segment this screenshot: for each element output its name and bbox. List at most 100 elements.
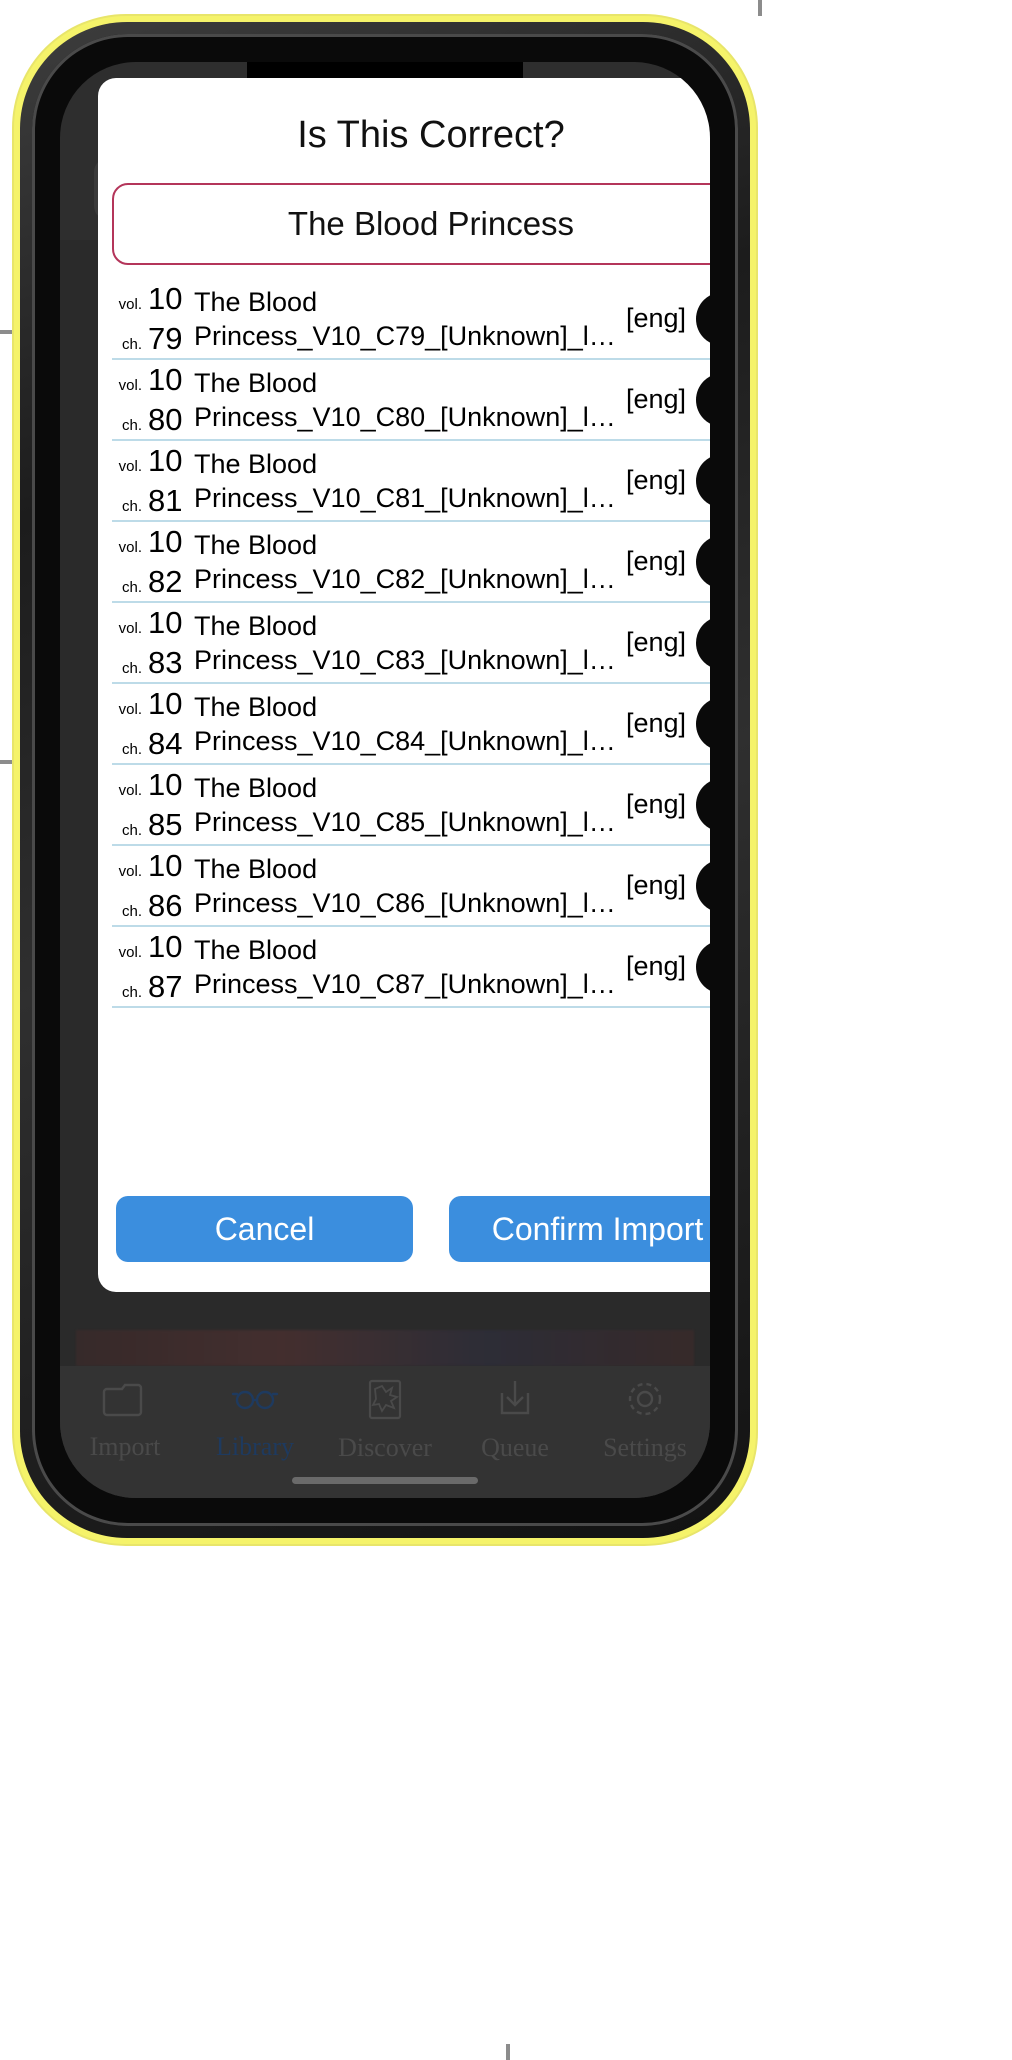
ch-label: ch. [112, 649, 142, 689]
chapter-row[interactable]: vol.10ch.87The BloodPrincess_V10_C87_[Un… [112, 927, 710, 1008]
language-tag: [eng] [626, 951, 686, 982]
tab-label: Import [90, 1432, 161, 1462]
filename-line-1: The Blood [194, 771, 618, 805]
ch-number: 79 [148, 319, 182, 359]
confirm-import-button[interactable]: Confirm Import [449, 1196, 710, 1262]
tab-queue[interactable]: Queue [450, 1366, 580, 1474]
cancel-button[interactable]: Cancel [116, 1196, 413, 1262]
download-icon [494, 1377, 536, 1426]
ch-number: 80 [148, 400, 182, 440]
vol-number: 10 [148, 765, 182, 805]
chapter-list[interactable]: vol.10ch.79The BloodPrincess_V10_C79_[Un… [112, 279, 710, 1196]
volume-chapter-group: vol.10ch.86 [112, 846, 194, 925]
filename-line-2: Princess_V10_C79_[Unknown]_l… [194, 319, 618, 353]
series-title-field[interactable]: The Blood Princess [112, 183, 710, 265]
chapter-row[interactable]: vol.10ch.80The BloodPrincess_V10_C80_[Un… [112, 360, 710, 441]
chapter-row[interactable]: vol.10ch.81The BloodPrincess_V10_C81_[Un… [112, 441, 710, 522]
tab-label: Settings [603, 1433, 687, 1463]
page-count-badge: 20 [696, 373, 710, 427]
filename-line-2: Princess_V10_C84_[Unknown]_l… [194, 724, 618, 758]
filename-line-1: The Blood [194, 609, 618, 643]
ch-number: 87 [148, 967, 182, 1007]
ch-label: ch. [112, 892, 142, 932]
import-confirm-dialog: Is This Correct? The Blood Princess vol.… [98, 78, 710, 1292]
manga-page-icon [365, 1377, 405, 1426]
language-tag: [eng] [626, 546, 686, 577]
tab-label: Discover [338, 1433, 432, 1463]
filename-line-2: Princess_V10_C81_[Unknown]_l… [194, 481, 618, 515]
chapter-row[interactable]: vol.10ch.83The BloodPrincess_V10_C83_[Un… [112, 603, 710, 684]
page-count-badge: 14 [696, 778, 710, 832]
language-tag: [eng] [626, 708, 686, 739]
tab-import[interactable]: Import [60, 1366, 190, 1474]
tab-label: Library [216, 1432, 294, 1462]
tab-settings[interactable]: Settings [580, 1366, 710, 1474]
antenna-tick [506, 2044, 510, 2060]
filename-line-1: The Blood [194, 366, 618, 400]
ch-number: 81 [148, 481, 182, 521]
vol-number: 10 [148, 846, 182, 886]
chapter-filename: The BloodPrincess_V10_C87_[Unknown]_l… [194, 933, 618, 1001]
vol-number: 10 [148, 279, 182, 319]
ch-number: 85 [148, 805, 182, 845]
gear-icon [623, 1377, 667, 1426]
page-count-badge: 17 [696, 859, 710, 913]
ch-label: ch. [112, 568, 142, 608]
filename-line-2: Princess_V10_C83_[Unknown]_l… [194, 643, 618, 677]
language-tag: [eng] [626, 870, 686, 901]
filename-line-1: The Blood [194, 447, 618, 481]
page-count-badge: 16 [696, 697, 710, 751]
chapter-filename: The BloodPrincess_V10_C81_[Unknown]_l… [194, 447, 618, 515]
phone-band: A 文 Library [20, 22, 750, 1538]
vol-number: 10 [148, 522, 182, 562]
language-tag: [eng] [626, 465, 686, 496]
page-count-badge: 19 [696, 940, 710, 994]
filename-line-2: Princess_V10_C85_[Unknown]_l… [194, 805, 618, 839]
chapter-row[interactable]: vol.10ch.79The BloodPrincess_V10_C79_[Un… [112, 279, 710, 360]
phone-bezel: A 文 Library [32, 34, 738, 1526]
antenna-tick [0, 330, 14, 334]
chapter-row[interactable]: vol.10ch.85The BloodPrincess_V10_C85_[Un… [112, 765, 710, 846]
chapter-filename: The BloodPrincess_V10_C83_[Unknown]_l… [194, 609, 618, 677]
screenshot-root: A 文 Library [0, 0, 1012, 2060]
chapter-row[interactable]: vol.10ch.86The BloodPrincess_V10_C86_[Un… [112, 846, 710, 927]
filename-line-2: Princess_V10_C82_[Unknown]_l… [194, 562, 618, 596]
background-cover-strip [76, 1330, 694, 1366]
dialog-title: Is This Correct? [98, 78, 710, 183]
chapter-filename: The BloodPrincess_V10_C84_[Unknown]_l… [194, 690, 618, 758]
filename-line-1: The Blood [194, 690, 618, 724]
ch-label: ch. [112, 487, 142, 527]
ch-number: 86 [148, 886, 182, 926]
filename-line-1: The Blood [194, 528, 618, 562]
ch-label: ch. [112, 811, 142, 851]
phone-screen: A 文 Library [60, 62, 710, 1498]
ch-label: ch. [112, 406, 142, 446]
tab-library[interactable]: Library [190, 1366, 320, 1474]
dialog-actions: Cancel Confirm Import [98, 1196, 710, 1292]
chapter-row[interactable]: vol.10ch.84The BloodPrincess_V10_C84_[Un… [112, 684, 710, 765]
volume-chapter-group: vol.10ch.80 [112, 360, 194, 439]
volume-chapter-group: vol.10ch.84 [112, 684, 194, 763]
chapter-filename: The BloodPrincess_V10_C85_[Unknown]_l… [194, 771, 618, 839]
chapter-row[interactable]: vol.10ch.82The BloodPrincess_V10_C82_[Un… [112, 522, 710, 603]
glasses-icon [230, 1378, 280, 1425]
filename-line-1: The Blood [194, 852, 618, 886]
ch-label: ch. [112, 973, 142, 1013]
ch-number: 84 [148, 724, 182, 764]
vol-number: 10 [148, 684, 182, 724]
vol-number: 10 [148, 441, 182, 481]
filename-line-1: The Blood [194, 933, 618, 967]
chapter-filename: The BloodPrincess_V10_C82_[Unknown]_l… [194, 528, 618, 596]
filename-line-2: Princess_V10_C86_[Unknown]_l… [194, 886, 618, 920]
ch-number: 82 [148, 562, 182, 602]
antenna-tick [758, 0, 762, 16]
vol-number: 10 [148, 360, 182, 400]
volume-chapter-group: vol.10ch.87 [112, 927, 194, 1006]
antenna-tick [0, 760, 14, 764]
page-count-badge: 18 [696, 454, 710, 508]
chapter-filename: The BloodPrincess_V10_C86_[Unknown]_l… [194, 852, 618, 920]
ch-label: ch. [112, 325, 142, 365]
filename-line-1: The Blood [194, 285, 618, 319]
tab-discover[interactable]: Discover [320, 1366, 450, 1474]
phone-chassis: A 文 Library [14, 16, 756, 1544]
